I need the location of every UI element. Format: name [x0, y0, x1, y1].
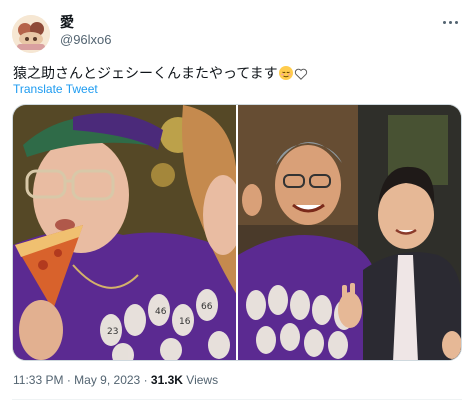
tweet-time[interactable]: 11:33 PM: [13, 373, 63, 387]
tweet-date[interactable]: May 9, 2023: [74, 373, 140, 387]
display-name[interactable]: 愛: [60, 14, 74, 31]
divider: [12, 399, 462, 400]
meta-separator: ·: [66, 373, 71, 387]
handle[interactable]: @96lxo6: [60, 32, 112, 48]
meta-separator: ·: [143, 373, 148, 387]
shirt-number: 23: [107, 327, 118, 337]
tweet-body: 猿之助さんとジェシーくんまたやってます: [13, 65, 278, 81]
shirt-number: 66: [201, 302, 213, 312]
views-label: Views: [186, 373, 219, 387]
photo-left[interactable]: 23 16 46 66: [13, 105, 236, 360]
photo-right[interactable]: [238, 105, 461, 360]
tweet-meta: 11:33 PM · May 9, 2023 · 31.3K Views: [13, 372, 218, 388]
relieved-face-icon: [278, 65, 294, 85]
media-grid: 23 16 46 66: [12, 104, 462, 361]
avatar[interactable]: [12, 15, 50, 53]
more-options-icon[interactable]: [438, 12, 462, 32]
avatar-image: [12, 15, 50, 53]
tweet-card: 愛 @96lxo6 猿之助さんとジェシーくんまたやってます Translate …: [0, 0, 474, 409]
shirt-number: 16: [179, 317, 191, 327]
shirt-number: 46: [155, 307, 167, 317]
white-heart-icon: [294, 67, 308, 85]
views-count[interactable]: 31.3K: [151, 373, 183, 387]
translate-tweet-link[interactable]: Translate Tweet: [13, 82, 98, 96]
